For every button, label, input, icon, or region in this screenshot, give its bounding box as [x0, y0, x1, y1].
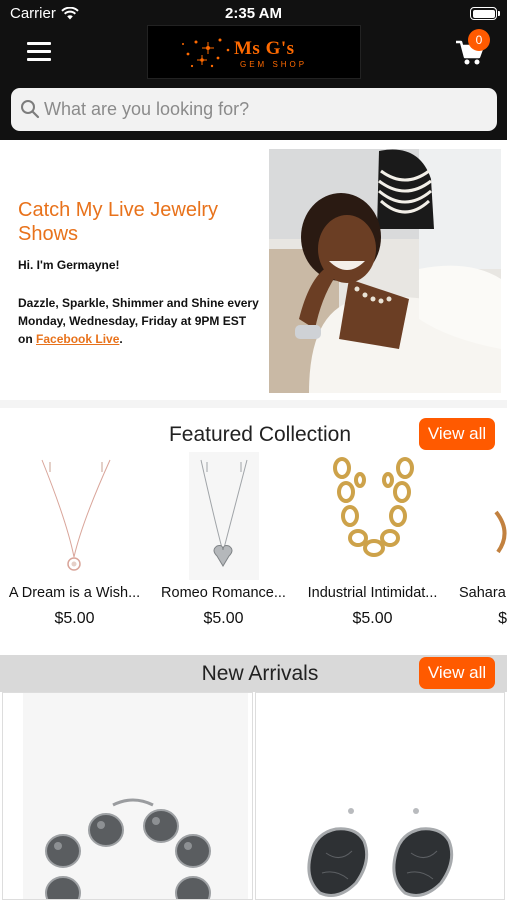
product-name: A Dream is a Wish... — [8, 585, 141, 601]
host-photo — [269, 149, 501, 393]
status-time: 2:35 AM — [225, 5, 282, 22]
new-arrivals-view-all-button[interactable]: View all — [419, 657, 495, 689]
product-name: Sahara — [459, 585, 506, 601]
product-image — [189, 452, 259, 580]
product-image — [494, 510, 507, 554]
search-bar[interactable] — [11, 88, 497, 131]
new-arrival-tile[interactable] — [2, 692, 253, 900]
logo-text: Ms G's — [234, 38, 295, 59]
product-image — [300, 452, 445, 580]
hero-title: Catch My Live Jewelry Shows — [18, 199, 219, 245]
product-name: Industrial Intimidat... — [307, 585, 438, 601]
product-image — [2, 452, 147, 580]
hero-description: Dazzle, Sparkle, Shimmer and Shine every… — [18, 296, 259, 346]
product-card[interactable]: Sahara $ — [452, 452, 507, 632]
cart-count-badge: 0 — [468, 29, 490, 51]
hero-greeting: Hi. I'm Germayne! — [18, 258, 120, 272]
product-price: $5.00 — [352, 610, 393, 627]
product-price: $5.00 — [54, 610, 95, 627]
new-arrival-tile[interactable] — [255, 692, 505, 900]
product-image — [23, 693, 248, 899]
sparkle-icon — [182, 38, 230, 68]
product-image — [256, 693, 504, 899]
search-icon — [21, 100, 40, 119]
menu-icon[interactable] — [27, 42, 51, 62]
product-price: $ — [498, 610, 507, 627]
app-header: Carrier 2:35 AM Ms G's GEM SHOP 0 What a… — [0, 0, 507, 140]
section-divider — [0, 400, 507, 408]
brand-logo[interactable]: Ms G's GEM SHOP — [147, 25, 361, 79]
facebook-live-link[interactable]: Facebook Live — [36, 332, 119, 346]
featured-view-all-button[interactable]: View all — [419, 418, 495, 450]
product-name: Romeo Romance... — [161, 585, 286, 601]
status-bar: Carrier 2:35 AM — [0, 0, 507, 26]
product-price: $5.00 — [203, 610, 244, 627]
battery-icon — [470, 7, 500, 20]
logo-subtext: GEM SHOP — [240, 60, 308, 69]
search-input[interactable] — [44, 94, 484, 125]
